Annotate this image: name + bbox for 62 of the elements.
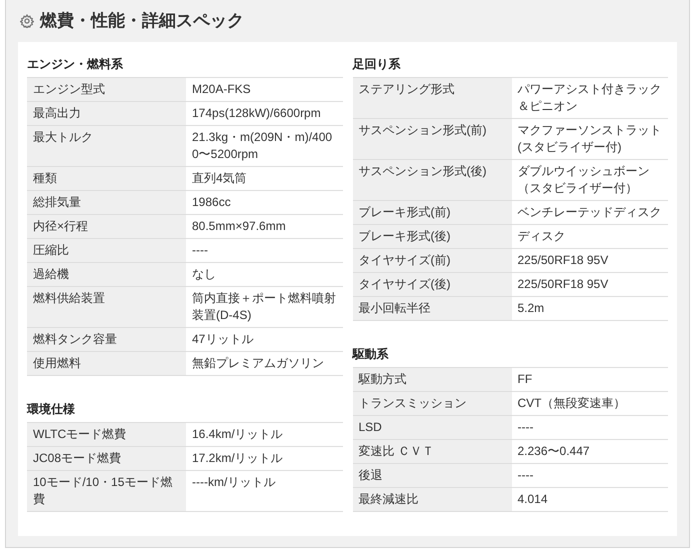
spec-value: 筒内直接＋ポート燃料噴射装置(D-4S) [186,286,342,328]
spec-label: 10モード/10・15モード燃費 [27,470,186,512]
spec-value: 16.4km/リットル [186,422,342,446]
spec-value: 17.2km/リットル [186,446,342,470]
spec-value: 4.014 [512,488,668,512]
spec-value: ダブルウイッシュボーン（スタビライザー付） [512,160,668,200]
spec-label: WLTCモード燃費 [27,422,186,446]
spec-label: サスペンション形式(前) [352,118,512,160]
spec-label: 燃料供給装置 [27,286,186,328]
spec-label: 最大トルク [27,126,186,166]
spec-label: 種類 [27,166,186,190]
group-heading: 駆動系 [352,346,390,363]
section-title: 燃費・性能・詳細スペック [40,10,244,32]
spec-label: サスペンション形式(後) [352,160,512,200]
group-heading: 環境仕様 [27,401,76,418]
spec-value: ---- [512,464,668,488]
spec-value: 2.236〜0.447 [512,440,668,464]
spec-label: ブレーキ形式(前) [352,200,512,224]
spec-label: 内径×行程 [27,214,186,238]
spec-label: 後退 [352,464,512,488]
spec-value: 174ps(128kW)/6600rpm [186,102,342,126]
spec-label: 燃料タンク容量 [27,328,186,352]
spec-label: エンジン型式 [27,78,186,102]
spec-value: 1986cc [186,190,342,214]
spec-value: 225/50RF18 95V [512,248,668,272]
spec-label: タイヤサイズ(後) [352,272,512,296]
spec-value: 80.5mm×97.6mm [186,214,342,238]
spec-value: M20A-FKS [186,78,342,102]
group-heading: エンジン・燃料系 [27,56,124,73]
spec-value: ----km/リットル [186,470,342,512]
spec-value: CVT（無段変速車） [512,392,668,416]
spec-label: タイヤサイズ(前) [352,248,512,272]
spec-label: 変速比 ＣＶＴ [352,440,512,464]
spec-value: マクファーソンストラット(スタビライザー付) [512,118,668,160]
spec-value: FF [512,368,668,392]
spec-label: 圧縮比 [27,238,186,262]
spec-value: ---- [512,416,668,440]
spec-label: 過給機 [27,262,186,286]
spec-label: ステアリング形式 [352,78,512,118]
gear-icon [20,14,34,28]
spec-value: ---- [186,238,342,262]
spec-value: ベンチレーテッドディスク [512,200,668,224]
group-heading: 足回り系 [352,56,402,73]
spec-value: なし [186,262,342,286]
spec-value: 225/50RF18 95V [512,272,668,296]
spec-value: 21.3kg・m(209N・m)/4000〜5200rpm [186,126,342,166]
spec-label: 最小回転半径 [352,296,512,320]
spec-label: 最高出力 [27,102,186,126]
spec-value: 無鉛プレミアムガソリン [186,352,342,376]
spec-value: 47リットル [186,328,342,352]
spec-label: 最終減速比 [352,488,512,512]
spec-label: 総排気量 [27,190,186,214]
spec-label: 駆動方式 [352,368,512,392]
spec-label: ブレーキ形式(後) [352,224,512,248]
spec-label: LSD [352,416,512,440]
spec-label: トランスミッション [352,392,512,416]
spec-label: 使用燃料 [27,352,186,376]
spec-label: JC08モード燃費 [27,446,186,470]
spec-value: 5.2m [512,296,668,320]
spec-value: ディスク [512,224,668,248]
spec-value: パワーアシスト付きラック＆ピニオン [512,78,668,118]
spec-value: 直列4気筒 [186,166,342,190]
